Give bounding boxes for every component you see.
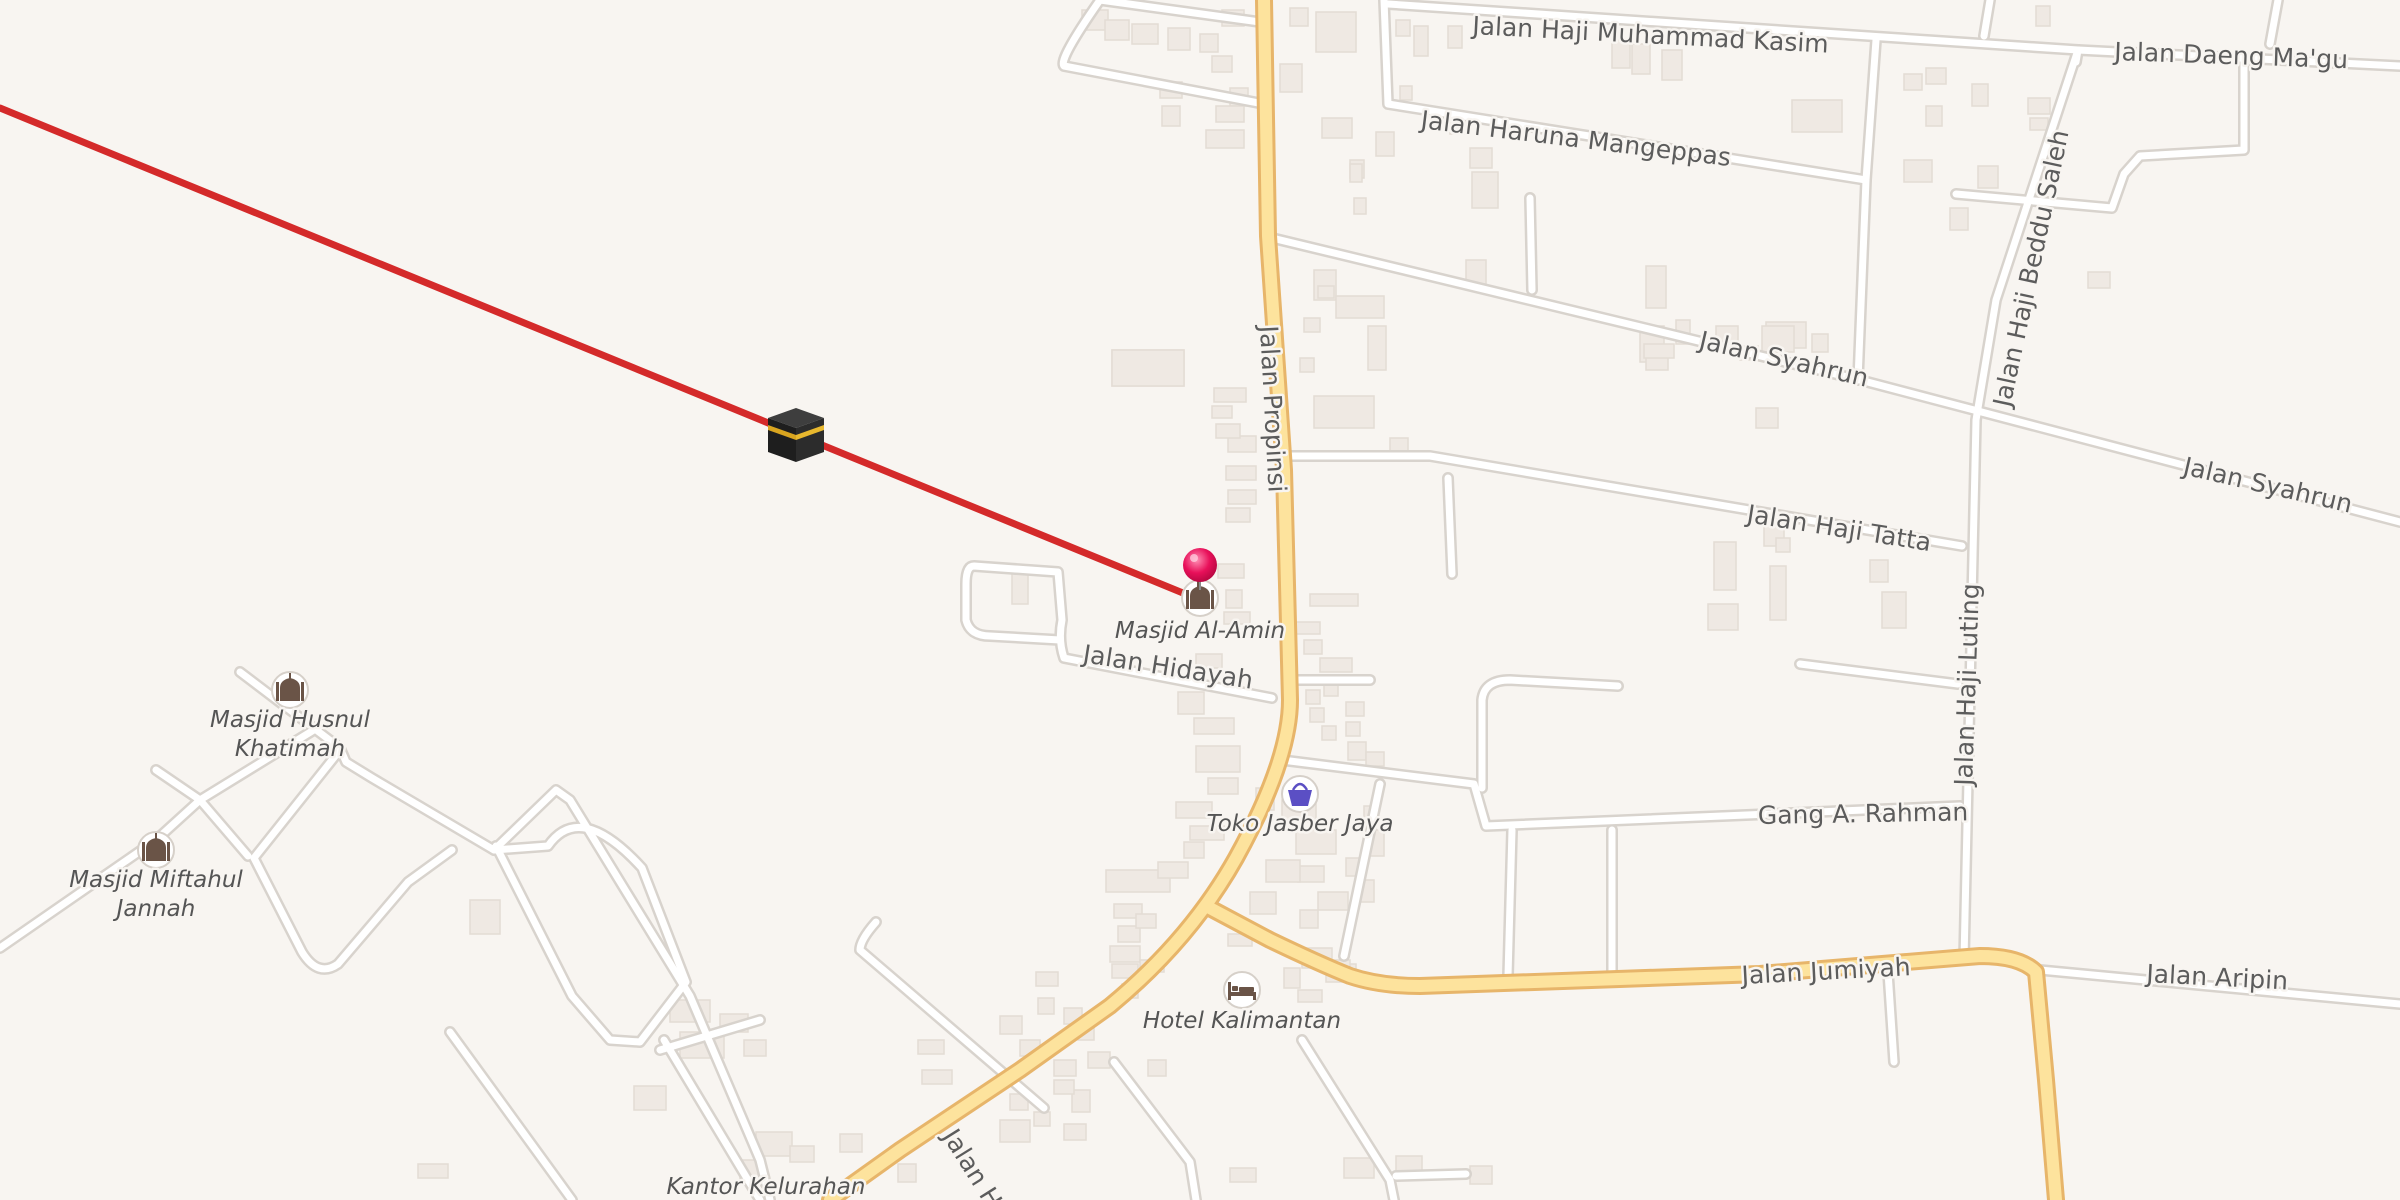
poi-label-toko-jasber-jaya: Toko Jasber Jaya [1207, 811, 1394, 837]
map-canvas[interactable]: Jalan Haji Muhammad Kasim Jalan Daeng Ma… [0, 0, 2400, 1200]
poi-label-line-1: Masjid Miftahul [69, 867, 243, 893]
kaaba-marker[interactable] [768, 408, 824, 462]
street-label-gang-a-rahman: Gang A. Rahman [1758, 797, 1969, 830]
poi-label-masjid-al-amin: Masjid Al-Amin [1115, 618, 1285, 644]
poi-label-line-2: Jannah [113, 896, 196, 922]
poi-kantor-kelurahan[interactable]: Kantor Kelurahan [664, 1172, 868, 1200]
poi-label-line-2: Khatimah [235, 736, 345, 762]
poi-label-hotel-kalimantan: Hotel Kalimantan [1143, 1008, 1341, 1034]
poi-label-kantor-kelurahan: Kantor Kelurahan [667, 1174, 866, 1200]
poi-label-line-1: Masjid Husnul [210, 707, 371, 733]
kaaba-icon [768, 408, 824, 462]
